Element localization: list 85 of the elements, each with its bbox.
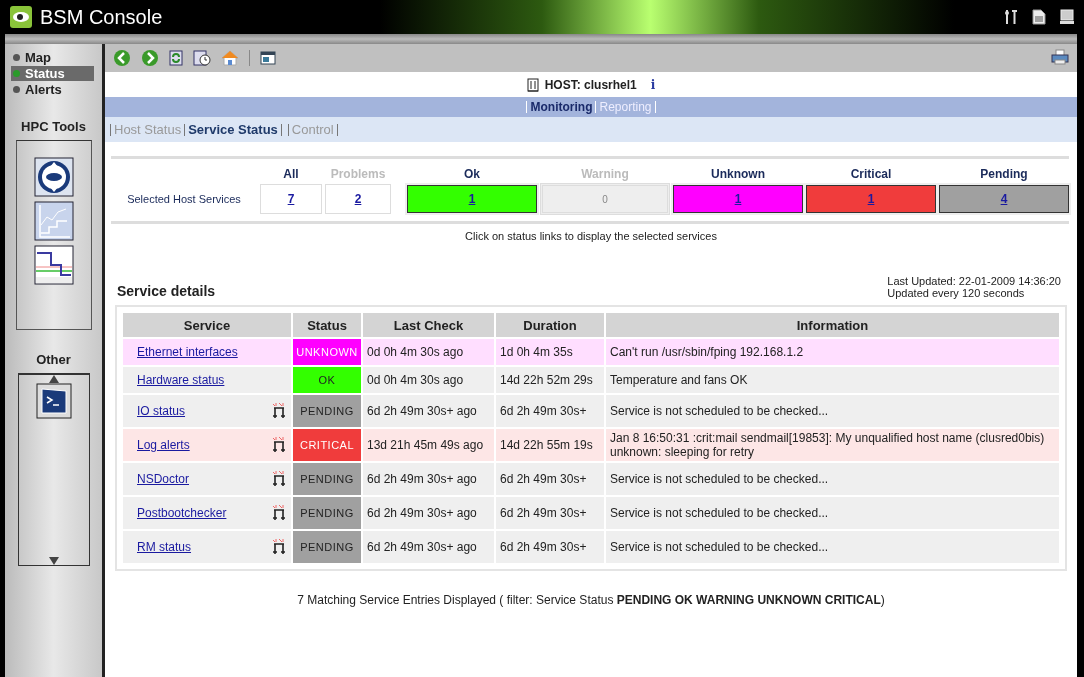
- table-cell-text: 6d 2h 49m 30s+: [499, 539, 588, 557]
- chart-icon[interactable]: [33, 245, 74, 285]
- status-cell: PENDING: [293, 531, 361, 564]
- window-title: BSM Console: [40, 5, 163, 29]
- column-header: Information: [606, 313, 1059, 338]
- table-cell-text: 14d 22h 55m 19s: [499, 437, 594, 455]
- table-cell-text: 14d 22h 52m 29s: [499, 372, 594, 390]
- host-name: HOST: clusrhel1: [544, 77, 637, 92]
- service-link[interactable]: NSDoctor: [137, 472, 189, 487]
- table-cell-text: 6d 2h 49m 30s+ ago: [366, 471, 478, 489]
- count-value: 0: [602, 193, 608, 205]
- service-link[interactable]: Ethernet interfaces: [137, 345, 238, 360]
- count-link[interactable]: 1: [468, 192, 476, 206]
- column-header: Warning: [580, 167, 630, 181]
- storage-icon[interactable]: [33, 157, 74, 197]
- column-header: Critical: [849, 167, 893, 181]
- terminal-icon[interactable]: [35, 383, 72, 419]
- home-icon[interactable]: [221, 50, 239, 66]
- table-cell-text: 0d 0h 4m 30s ago: [366, 344, 465, 362]
- row-label: Selected Host Services: [126, 193, 242, 205]
- scroll-down-icon[interactable]: [48, 557, 59, 565]
- tools-icon[interactable]: [1004, 9, 1018, 25]
- table-cell-text: Service is not scheduled to be checked...: [609, 505, 830, 523]
- column-header: Last Check: [363, 313, 494, 338]
- sidebar-item[interactable]: Status: [11, 66, 94, 81]
- column-header: Duration: [496, 313, 604, 338]
- table-cell-text: Service is not scheduled to be checked...: [609, 471, 830, 489]
- info-link[interactable]: i: [650, 77, 656, 92]
- refresh-icon[interactable]: [169, 50, 183, 66]
- count-link[interactable]: 1: [734, 192, 742, 206]
- column-header: Service: [123, 313, 291, 338]
- table-cell-text: 1d 0h 4m 35s: [499, 344, 574, 362]
- column-header: All: [282, 167, 300, 181]
- eye-logo-icon: [10, 6, 32, 28]
- table-cell-text: Can't run /usr/sbin/fping 192.168.1.2: [609, 344, 805, 362]
- status-cell: OK: [293, 367, 361, 394]
- status-cell: UNKNOWN: [293, 339, 361, 366]
- table-cell-text: 0d 0h 4m 30s ago: [366, 372, 465, 390]
- section-title: HPC Tools: [21, 119, 86, 134]
- hint-text: Click on status links to display the selected services: [464, 230, 718, 242]
- table-cell-text: Jan 8 16:50:31 :crit:mail sendmail[19853]: My unqualified host name (clusred0bis) unknown: sleeping for retry: [609, 430, 1046, 462]
- column-header: Pending: [979, 167, 1029, 181]
- last-updated: Last Updated: 22-01-2009 14:36:20: [887, 276, 1061, 288]
- table-cell-text: 6d 2h 49m 30s+ ago: [366, 539, 478, 557]
- table-cell-text: 6d 2h 49m 30s+ ago: [366, 505, 478, 523]
- service-link[interactable]: Postbootchecker: [137, 506, 227, 521]
- table-cell-text: 6d 2h 49m 30s+: [499, 505, 588, 523]
- sub-tab[interactable]: Service Status: [188, 122, 278, 137]
- document-icon[interactable]: [1032, 9, 1046, 25]
- table-cell-text: Temperature and fans OK: [609, 372, 749, 390]
- service-link[interactable]: IO status: [137, 404, 186, 419]
- window-icon[interactable]: [260, 50, 276, 66]
- table-cell-text: 6d 2h 49m 30s+: [499, 471, 588, 489]
- column-header: Problems: [329, 167, 387, 181]
- sidebar-item[interactable]: Map: [13, 50, 102, 65]
- count-link[interactable]: 7: [287, 192, 295, 206]
- table-cell-text: Service is not scheduled to be checked...: [609, 539, 830, 557]
- sidebar-item[interactable]: Alerts: [13, 82, 102, 97]
- printer-icon[interactable]: [1051, 48, 1069, 65]
- server-icon: [526, 77, 539, 92]
- status-cell: PENDING: [293, 463, 361, 496]
- monitor-icon[interactable]: [1060, 9, 1074, 25]
- table-cell-text: 6d 2h 49m 30s+ ago: [366, 403, 478, 421]
- service-link[interactable]: Log alerts: [137, 438, 190, 453]
- forward-icon[interactable]: [141, 49, 159, 67]
- view-tab[interactable]: Monitoring: [530, 100, 593, 114]
- column-header: Unknown: [710, 167, 766, 181]
- refresh-interval: Updated every 120 seconds: [887, 287, 1026, 300]
- clock-page-icon[interactable]: [193, 50, 211, 66]
- section-title: Service details: [117, 283, 216, 300]
- status-cell: PENDING: [293, 395, 361, 428]
- footer-text: 7 Matching Service Entries Displayed ( filter: Service Status PENDING OK WARNING UNKNOWN CRITICAL): [296, 593, 886, 608]
- column-header: Ok: [463, 167, 481, 181]
- service-link[interactable]: Hardware status: [137, 373, 225, 388]
- graph-icon[interactable]: [33, 201, 74, 241]
- section-title: Other: [36, 352, 71, 367]
- count-link[interactable]: 4: [1000, 192, 1008, 206]
- service-link[interactable]: RM status: [137, 540, 191, 555]
- table-cell-text: Service is not scheduled to be checked...: [609, 403, 830, 421]
- table-cell-text: 13d 21h 45m 49s ago: [366, 437, 485, 455]
- status-cell: CRITICAL: [293, 429, 361, 462]
- status-cell: PENDING: [293, 497, 361, 530]
- table-cell-text: 6d 2h 49m 30s+: [499, 403, 588, 421]
- column-header: Status: [293, 313, 361, 338]
- back-icon[interactable]: [113, 49, 131, 67]
